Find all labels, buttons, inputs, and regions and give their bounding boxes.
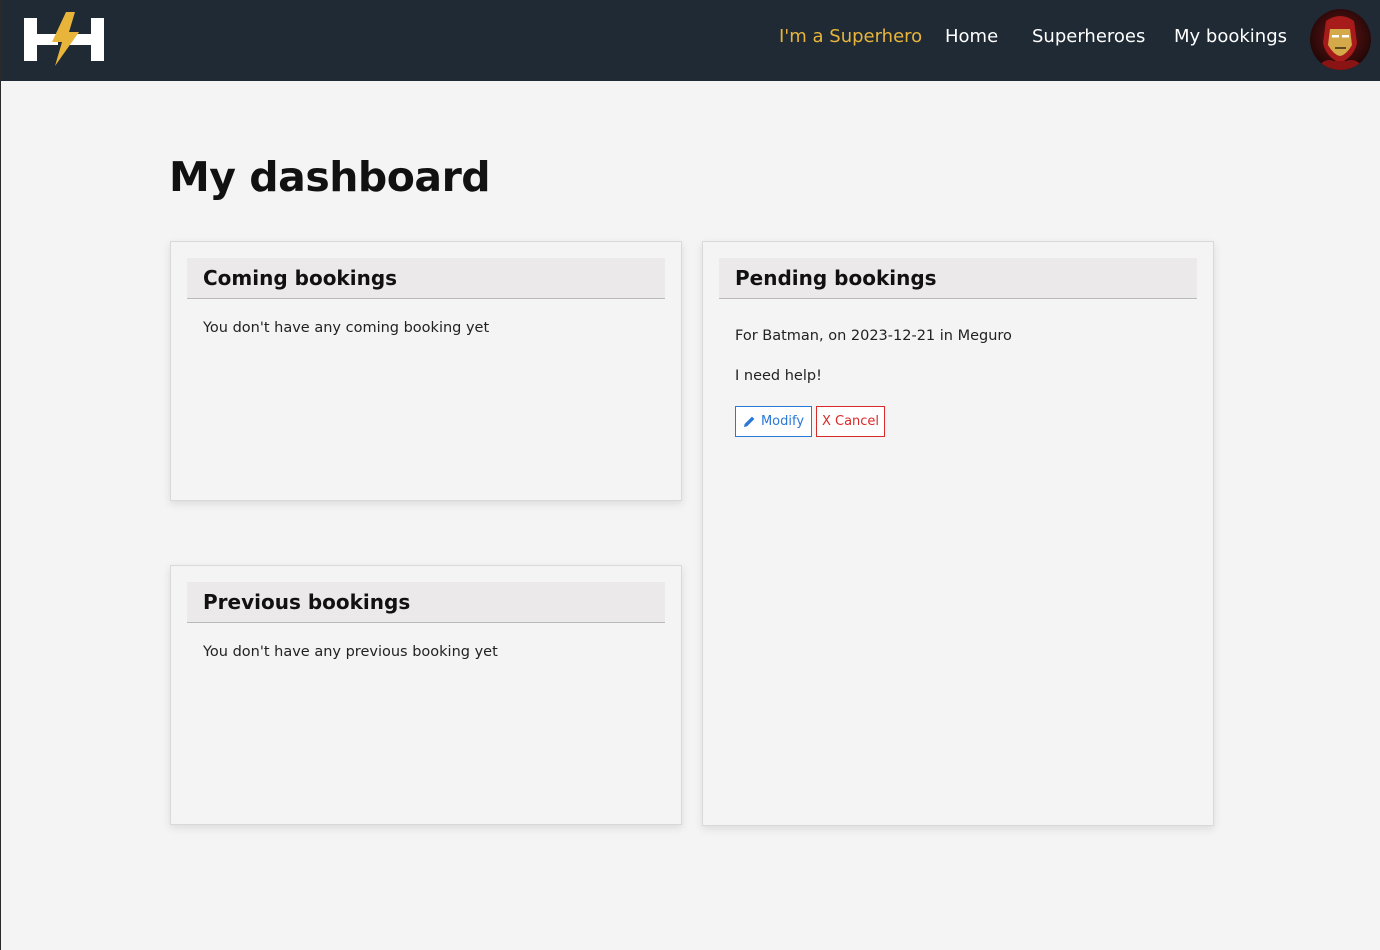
avatar[interactable] <box>1310 9 1371 70</box>
nav-link-my-bookings[interactable]: My bookings <box>1174 26 1287 47</box>
previous-bookings-empty-text: You don't have any previous booking yet <box>203 644 498 660</box>
cancel-label: X Cancel <box>821 414 880 429</box>
booking-summary: For Batman, on 2023-12-21 in Meguro <box>735 328 1012 344</box>
pending-bookings-header: Pending bookings <box>719 258 1197 299</box>
nav-link-superheroes[interactable]: Superheroes <box>1032 26 1145 47</box>
coming-bookings-header: Coming bookings <box>187 258 665 299</box>
pencil-icon <box>743 416 755 427</box>
previous-bookings-header: Previous bookings <box>187 582 665 623</box>
logo[interactable] <box>23 12 105 66</box>
booking-message: I need help! <box>735 368 822 384</box>
navbar: I'm a Superhero Home Superheroes My book… <box>1 0 1380 81</box>
coming-bookings-empty-text: You don't have any coming booking yet <box>203 320 490 336</box>
pending-bookings-card: Pending bookings For Batman, on 2023-12-… <box>702 241 1214 826</box>
page-title: My dashboard <box>169 153 491 201</box>
previous-bookings-card: Previous bookings You don't have any pre… <box>170 565 682 825</box>
avatar-image-icon <box>1310 9 1371 70</box>
modify-label: Modify <box>760 414 805 429</box>
modify-button[interactable]: Modify <box>735 406 812 437</box>
cancel-button[interactable]: X Cancel <box>816 406 885 437</box>
nav-link-superhero[interactable]: I'm a Superhero <box>779 26 922 47</box>
nav-link-home[interactable]: Home <box>945 26 998 47</box>
coming-bookings-card: Coming bookings You don't have any comin… <box>170 241 682 501</box>
logo-icon <box>24 12 104 66</box>
